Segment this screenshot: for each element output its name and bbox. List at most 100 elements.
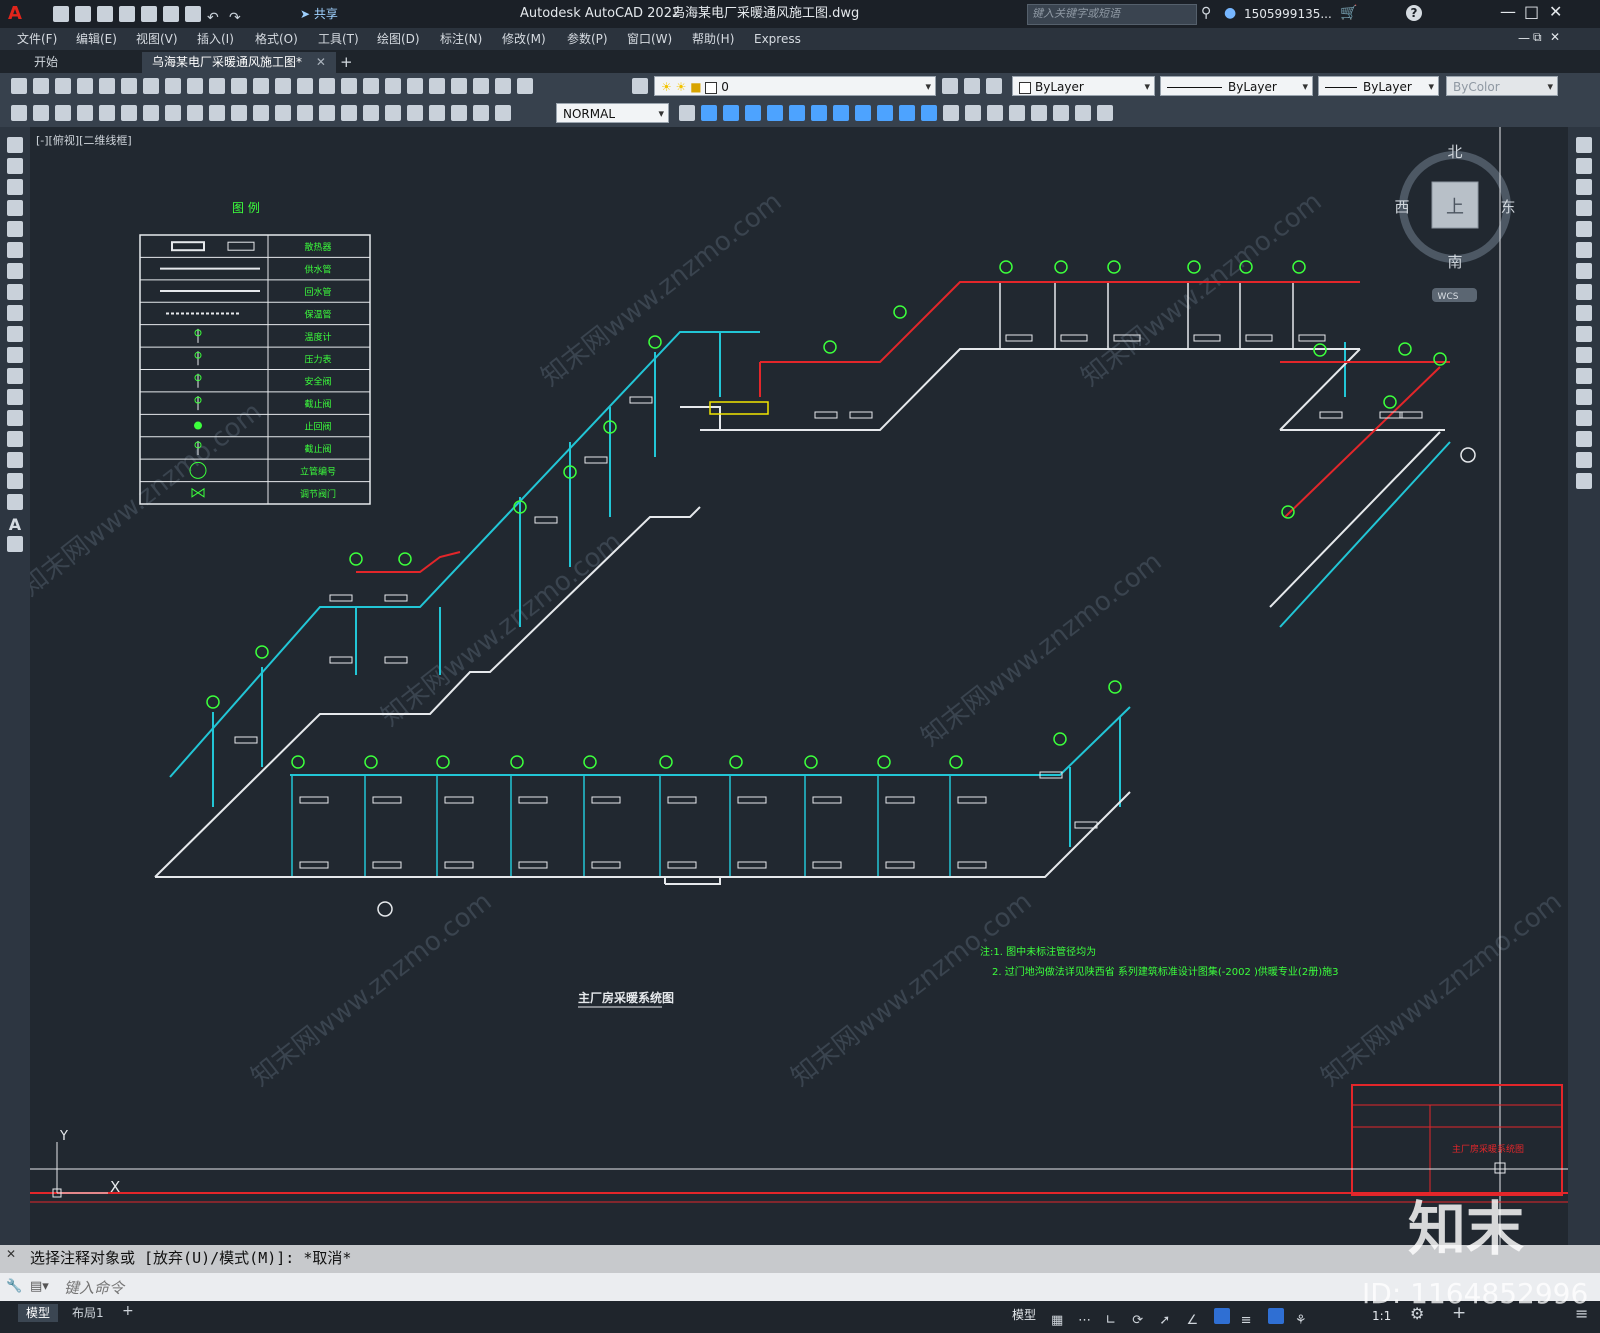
viewcube-west[interactable]: 西 [1394,198,1409,216]
menu-item-draw[interactable]: 绘图(D) [377,33,420,45]
line-icon[interactable] [7,137,23,153]
menu-item-parametric[interactable]: 参数(P) [567,33,608,45]
markup-icon[interactable] [473,78,489,94]
new-file-icon[interactable] [53,6,69,22]
lineweight-display-icon[interactable]: ≡ [1241,1313,1257,1329]
camera-icon[interactable] [877,105,893,121]
minimize-icon[interactable]: — [1500,4,1516,20]
diameter-dim-icon[interactable] [209,105,225,121]
auto-scale-icon[interactable]: ⚘ [1295,1313,1311,1329]
aligned-dim-icon[interactable] [99,105,115,121]
tolerance-icon[interactable] [363,105,379,121]
autocad-logo[interactable]: A [8,5,22,23]
revolve-icon[interactable] [1097,105,1113,121]
sheet-set-icon[interactable] [451,78,467,94]
design-center-icon[interactable] [407,78,423,94]
preview-icon[interactable] [99,78,115,94]
orbit-icon[interactable] [767,105,783,121]
plotstyle-dropdown[interactable]: ByColor [1446,76,1558,97]
drawing-canvas[interactable]: [-][俯视][二维线框] 知末网www.znzmo.com 知末网www.zn… [30,127,1568,1245]
dim-space-icon[interactable] [319,105,335,121]
zoom-window-icon[interactable] [341,78,357,94]
layer-previous-icon[interactable] [964,78,980,94]
walk-icon[interactable] [899,105,915,121]
quick-select-icon[interactable] [11,105,27,121]
point-icon[interactable] [7,410,23,426]
viewcube[interactable]: 上 北 南 东 西 WCS [1394,143,1516,302]
drawing-svg[interactable]: [-][俯视][二维线框] 知末网www.znzmo.com 知末网www.zn… [30,127,1568,1245]
save-web-icon[interactable] [163,6,179,22]
torus-icon[interactable] [1053,105,1069,121]
user-name[interactable]: 1505999135... [1244,8,1332,20]
menu-item-insert[interactable]: 插入(I) [197,33,234,45]
menu-item-modify[interactable]: 修改(M) [502,33,546,45]
insert-block-icon[interactable] [7,368,23,384]
lightbulb-icon[interactable]: ☀ [661,80,672,94]
view-nw-icon[interactable] [811,105,827,121]
command-history-grip[interactable]: ✕ [6,1248,16,1260]
layer-dropdown[interactable]: ☀ ☀ ■ 0 [654,76,936,97]
open-web-icon[interactable] [141,6,157,22]
new-tab-button[interactable]: + [330,52,363,73]
zoom-previous-icon[interactable] [363,78,379,94]
dimension-style-dropdown[interactable]: NORMAL [556,103,669,124]
dim-break-icon[interactable] [341,105,357,121]
table-icon[interactable] [7,494,23,510]
trim-icon[interactable] [1576,326,1592,342]
view-side-icon[interactable] [745,105,761,121]
save-icon-2[interactable] [55,78,71,94]
redo-icon-2[interactable] [275,78,291,94]
continue-dim-icon[interactable] [297,105,313,121]
dim-edit-icon[interactable] [451,105,467,121]
layer-properties-icon[interactable] [632,78,648,94]
menu-item-dimension[interactable]: 标注(N) [440,33,482,45]
view-se-icon[interactable] [833,105,849,121]
ellipse-arc-icon[interactable] [7,347,23,363]
tab-close-icon[interactable]: ✕ [316,55,326,69]
viewport-label[interactable]: [-][俯视][二维线框] [36,133,132,147]
search-icon[interactable]: ⚲ [1201,6,1211,20]
restore-icon[interactable]: □ [1524,4,1539,20]
dim-text-edit-icon[interactable] [473,105,489,121]
dim-update-icon[interactable] [495,105,511,121]
array-icon[interactable] [1576,221,1592,237]
object-icon[interactable] [33,105,49,121]
doc-close-icon[interactable]: ✕ [1550,31,1560,43]
erase-icon[interactable] [1576,137,1592,153]
make-block-icon[interactable] [7,389,23,405]
sun-icon[interactable]: ☀ [676,80,687,94]
cut-icon[interactable] [143,78,159,94]
inspection-icon[interactable] [407,105,423,121]
view-front-icon[interactable] [701,105,717,121]
calculator-icon[interactable] [495,78,511,94]
polar-icon[interactable]: ⟳ [1132,1313,1148,1329]
linetype-dropdown[interactable]: ByLayer [1160,76,1313,97]
properties-icon[interactable] [385,78,401,94]
dim-style-icon[interactable] [679,105,695,121]
qnew-icon[interactable] [11,78,27,94]
quick-dim-icon[interactable] [253,105,269,121]
zoom-realtime-icon[interactable] [319,78,335,94]
explode-icon[interactable] [1576,473,1592,489]
mirror-icon[interactable] [1576,179,1592,195]
user-icon[interactable]: ● [1224,6,1236,20]
search-box[interactable]: 键入关键字或短语 [1027,4,1197,25]
baseline-dim-icon[interactable] [275,105,291,121]
menu-item-edit[interactable]: 编辑(E) [76,33,117,45]
command-prompt-icon[interactable]: ▤▾ [30,1280,49,1293]
command-input[interactable] [62,1277,1586,1299]
scale-icon[interactable] [1576,284,1592,300]
match-properties-icon[interactable] [209,78,225,94]
menu-item-window[interactable]: 窗口(W) [627,33,672,45]
help-icon[interactable]: ? [1406,5,1422,21]
offset-icon[interactable] [1576,200,1592,216]
wedge-icon[interactable] [1031,105,1047,121]
angular-dim-icon[interactable] [231,105,247,121]
viewcube-south[interactable]: 南 [1447,253,1462,271]
undo-icon-2[interactable] [253,78,269,94]
stretch-icon[interactable] [1576,305,1592,321]
break-icon[interactable] [1576,368,1592,384]
layout-tab-layout1[interactable]: 布局1 [66,1304,110,1322]
block-editor-icon[interactable] [231,78,247,94]
open-icon[interactable] [33,78,49,94]
